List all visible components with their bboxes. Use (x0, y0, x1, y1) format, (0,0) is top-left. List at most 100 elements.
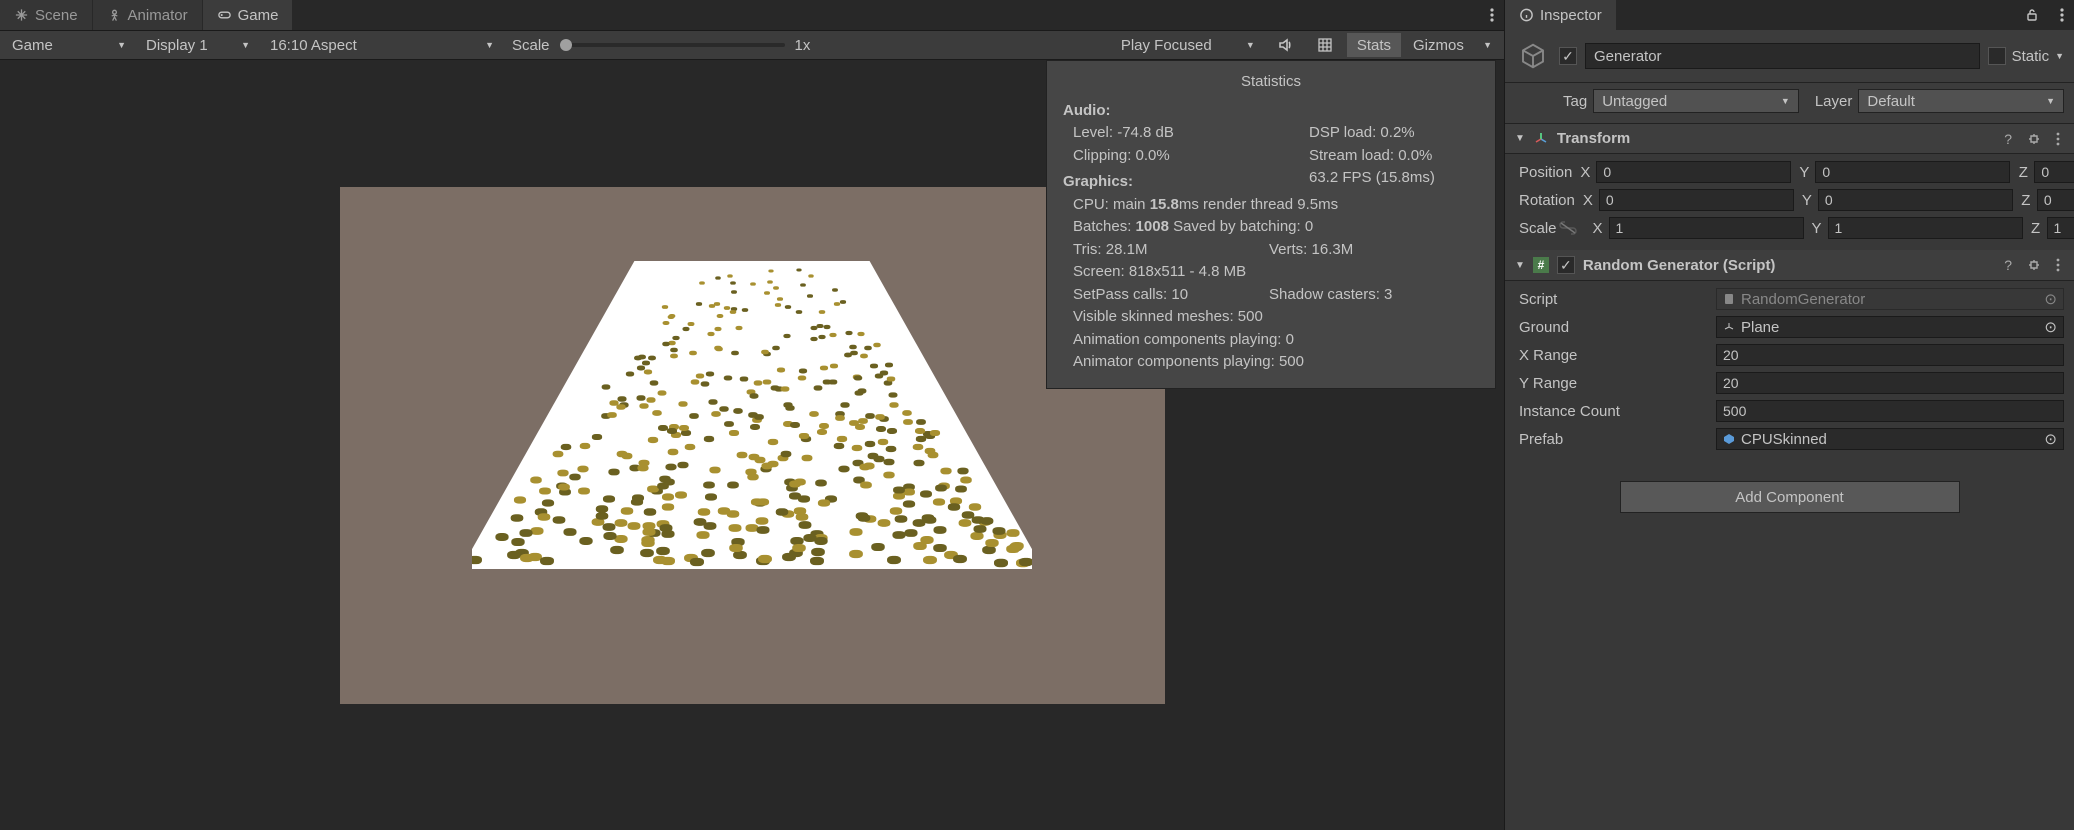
chevron-down-icon: ▼ (117, 40, 126, 50)
script-field: RandomGenerator ⊙ (1716, 288, 2064, 310)
component-menu-icon[interactable] (2052, 258, 2064, 272)
object-picker-icon[interactable]: ⊙ (2044, 318, 2057, 336)
stats-title: Statistics (1063, 71, 1479, 94)
camera-dropdown[interactable]: Game▼ (4, 33, 134, 57)
static-checkbox[interactable] (1988, 47, 2006, 65)
gameobject-header: Static ▼ (1505, 30, 2074, 83)
inspector-context-menu-button[interactable] (2050, 0, 2074, 30)
inspector-lock-button[interactable] (2014, 0, 2050, 30)
stats-audio-header: Audio: (1063, 100, 1479, 123)
tab-animator-label: Animator (128, 7, 188, 24)
random-generator-component-header[interactable]: ▼ # Random Generator (Script) ? (1505, 250, 2074, 281)
frame-debugger-button[interactable] (1307, 33, 1343, 57)
constrain-proportions-icon[interactable] (1557, 221, 1579, 235)
component-enabled-checkbox[interactable] (1557, 256, 1575, 274)
position-label: Position (1515, 164, 1572, 181)
chevron-down-icon: ▼ (1246, 40, 1255, 50)
prefab-label: Prefab (1515, 431, 1710, 448)
tab-scene-label: Scene (35, 7, 78, 24)
preset-icon[interactable] (2024, 259, 2044, 271)
chevron-down-icon[interactable]: ▼ (2055, 51, 2064, 61)
stats-tris: Tris: 28.1M (1073, 241, 1147, 258)
ground-field[interactable]: Plane ⊙ (1716, 316, 2064, 338)
instance-count-input[interactable] (1716, 400, 2064, 422)
prefab-field[interactable]: CPUSkinned ⊙ (1716, 428, 2064, 450)
component-menu-icon[interactable] (2052, 132, 2064, 146)
random-generator-body: Script RandomGenerator ⊙ Ground Plane ⊙ … (1505, 281, 2074, 461)
mute-audio-button[interactable] (1267, 33, 1303, 57)
yrange-input[interactable] (1716, 372, 2064, 394)
tab-game-label: Game (238, 7, 279, 24)
stats-anim: Animation components playing: 0 (1073, 329, 1479, 352)
game-viewport[interactable] (340, 187, 1165, 704)
position-z-input[interactable] (2034, 161, 2074, 183)
chevron-down-icon: ▼ (241, 40, 250, 50)
chevron-down-icon: ▼ (1781, 96, 1790, 106)
position-y-input[interactable] (1815, 161, 2010, 183)
play-mode-dropdown[interactable]: Play Focused▼ (1113, 33, 1263, 57)
stats-batches: Batches: 1008 Saved by batching: 0 (1073, 216, 1479, 239)
help-icon[interactable]: ? (2000, 131, 2016, 147)
scale-label: Scale (506, 37, 556, 54)
preset-icon[interactable] (2024, 133, 2044, 145)
game-toolbar: Game▼ Display 1▼ 16:10 Aspect▼ Scale 1x … (0, 30, 1504, 60)
tag-dropdown[interactable]: Untagged▼ (1593, 89, 1799, 113)
aspect-dropdown[interactable]: 16:10 Aspect▼ (262, 33, 502, 57)
game-icon (217, 8, 232, 23)
gameobject-name-input[interactable] (1585, 43, 1980, 69)
statistics-overlay: Statistics Audio: Level: -74.8 dB Clippi… (1046, 60, 1496, 389)
stats-button[interactable]: Stats (1347, 33, 1401, 57)
tag-label: Tag (1563, 93, 1587, 110)
foldout-icon: ▼ (1515, 260, 1525, 271)
stats-stream: Stream load: 0.0% (1309, 145, 1479, 168)
instance-count-label: Instance Count (1515, 403, 1710, 420)
tab-inspector-label: Inspector (1540, 7, 1602, 24)
scale-slider[interactable] (560, 43, 785, 47)
info-icon (1519, 8, 1534, 23)
transform-component-header[interactable]: ▼ Transform ? (1505, 124, 2074, 154)
tab-scene[interactable]: Scene (0, 0, 93, 30)
stats-setpass: SetPass calls: 10 (1073, 286, 1188, 303)
stats-cpu: CPU: main 15.8ms render thread 9.5ms (1073, 194, 1479, 217)
scene-icon (14, 8, 29, 23)
help-icon[interactable]: ? (2000, 257, 2016, 273)
scale-x-input[interactable] (1609, 217, 1804, 239)
stats-audio-clipping: Clipping: 0.0% (1073, 145, 1309, 168)
gizmos-dropdown[interactable]: Gizmos▼ (1405, 33, 1500, 57)
tab-inspector[interactable]: Inspector (1505, 0, 1617, 30)
stats-dsp: DSP load: 0.2% (1309, 122, 1479, 145)
gameobject-active-checkbox[interactable] (1559, 47, 1577, 65)
scale-value: 1x (789, 37, 817, 54)
layer-label: Layer (1815, 93, 1853, 110)
tag-layer-row: Tag Untagged▼ Layer Default▼ (1505, 83, 2074, 124)
scale-z-input[interactable] (2047, 217, 2074, 239)
animator-icon (107, 8, 122, 23)
editor-tabs: Scene Animator Game (0, 0, 1504, 30)
tab-game[interactable]: Game (203, 0, 294, 30)
rotation-z-input[interactable] (2037, 189, 2074, 211)
transform-icon (1533, 131, 1549, 147)
script-label: Script (1515, 291, 1710, 308)
scale-y-input[interactable] (1828, 217, 2023, 239)
layer-dropdown[interactable]: Default▼ (1858, 89, 2064, 113)
stats-skinned: Visible skinned meshes: 500 (1073, 306, 1479, 329)
game-render-content (472, 245, 1032, 645)
gameobject-icon[interactable] (1515, 38, 1551, 74)
object-picker-icon[interactable]: ⊙ (2044, 290, 2057, 308)
tab-animator[interactable]: Animator (93, 0, 203, 30)
script-icon: # (1533, 257, 1549, 273)
xrange-input[interactable] (1716, 344, 2064, 366)
rotation-x-input[interactable] (1599, 189, 1794, 211)
position-x-input[interactable] (1596, 161, 1791, 183)
tab-context-menu-button[interactable] (1480, 0, 1504, 30)
stats-graphics-header: Graphics: (1063, 171, 1309, 194)
transform-title: Transform (1557, 130, 1992, 147)
add-component-button[interactable]: Add Component (1620, 481, 1960, 513)
object-picker-icon[interactable]: ⊙ (2044, 430, 2057, 448)
chevron-down-icon: ▼ (485, 40, 494, 50)
foldout-icon: ▼ (1515, 133, 1525, 144)
rotation-y-input[interactable] (1818, 189, 2013, 211)
display-dropdown[interactable]: Display 1▼ (138, 33, 258, 57)
slider-handle[interactable] (560, 39, 572, 51)
transform-ref-icon (1723, 321, 1735, 333)
